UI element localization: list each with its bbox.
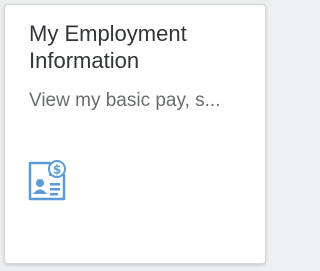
svg-text:$: $	[53, 163, 61, 177]
employee-payroll-icon: $	[28, 159, 66, 201]
tile-title-line2: Information	[29, 48, 140, 73]
tile-subtitle: View my basic pay, s...	[29, 90, 221, 111]
tile-title-line1: My Employment	[29, 21, 187, 46]
employment-info-tile[interactable]: My Employment Information View my basic …	[4, 4, 266, 264]
tile-title: My Employment Information	[29, 20, 249, 74]
